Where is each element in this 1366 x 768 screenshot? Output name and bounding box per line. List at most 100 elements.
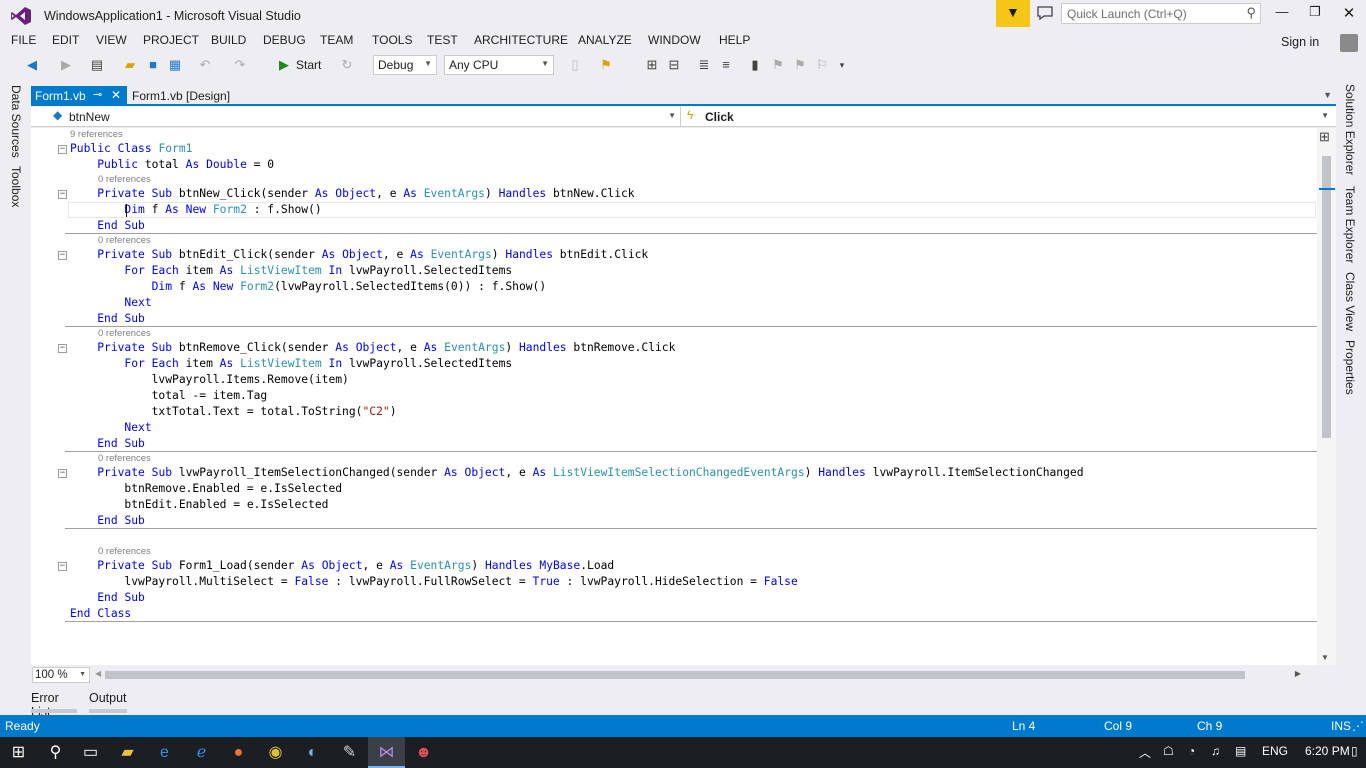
game-app-icon[interactable]: ☻ bbox=[405, 737, 442, 768]
class-view-tab[interactable]: Class View bbox=[1343, 272, 1357, 331]
toolbar-options-icon[interactable]: ▾ bbox=[834, 57, 850, 73]
sign-in-link[interactable]: Sign in bbox=[1281, 35, 1319, 49]
language-indicator[interactable]: ENG bbox=[1262, 744, 1288, 758]
vertical-scrollbar[interactable]: ⊞ ▼ bbox=[1317, 128, 1336, 665]
code-editor[interactable]: 9 references − Public Class Form1 Public… bbox=[31, 128, 1336, 665]
task-view-icon[interactable]: ▭ bbox=[72, 737, 109, 768]
member-dropdown[interactable]: ϟ Click ▼ bbox=[683, 107, 1333, 126]
chrome-icon[interactable]: ◉ bbox=[257, 737, 294, 768]
tab-form1-vb-design[interactable]: Form1.vb [Design] bbox=[132, 89, 230, 103]
edge-browser-icon[interactable]: e bbox=[146, 737, 183, 768]
notifications-button[interactable]: ▼ bbox=[996, 0, 1030, 27]
network-icon[interactable]: ◔ bbox=[1188, 744, 1195, 758]
undo-icon[interactable]: ↶ bbox=[197, 57, 213, 73]
action-center-icon[interactable]: ▤ bbox=[1235, 744, 1246, 758]
tool-app-icon[interactable]: ✎ bbox=[331, 737, 368, 768]
close-button[interactable]: ✕ bbox=[1334, 4, 1364, 24]
find-in-files-icon[interactable]: ⚑ bbox=[598, 57, 614, 73]
scroll-left-icon[interactable]: ◀ bbox=[95, 669, 101, 678]
menu-file[interactable]: FILE bbox=[11, 33, 36, 47]
collapse-icon[interactable]: − bbox=[58, 251, 67, 260]
next-bookmark-icon[interactable]: ⚑ bbox=[792, 57, 808, 73]
user-avatar-icon[interactable] bbox=[1340, 34, 1358, 52]
codelens-references[interactable]: 9 references bbox=[70, 129, 123, 141]
scrollbar-thumb[interactable] bbox=[105, 671, 1245, 679]
scrollbar-thumb[interactable] bbox=[1322, 156, 1331, 438]
collapse-icon[interactable]: − bbox=[58, 344, 67, 353]
solution-explorer-tab[interactable]: Solution Explorer bbox=[1343, 84, 1357, 175]
indent-icon[interactable]: ≡ bbox=[718, 57, 734, 73]
previous-bookmark-icon[interactable]: ⚑ bbox=[770, 57, 786, 73]
codelens-references[interactable]: 0 references bbox=[98, 328, 151, 340]
zoom-dropdown[interactable]: 100 % ▼ bbox=[32, 667, 90, 683]
tab-list-dropdown-icon[interactable]: ▼ bbox=[1323, 90, 1332, 100]
feedback-icon[interactable] bbox=[1036, 5, 1054, 21]
save-all-icon[interactable]: ▦ bbox=[167, 57, 183, 73]
visual-studio-taskbar-icon[interactable]: ⋈ bbox=[368, 737, 405, 768]
tab-output[interactable]: Output bbox=[89, 691, 127, 705]
attach-icon[interactable]: ▯ bbox=[567, 57, 583, 73]
new-project-icon[interactable]: ▤ bbox=[89, 57, 105, 73]
clear-bookmarks-icon[interactable]: ⚐ bbox=[814, 57, 830, 73]
outdent-icon[interactable]: ≣ bbox=[696, 57, 712, 73]
windows-start-icon[interactable]: ⊞ bbox=[0, 737, 37, 768]
menu-debug[interactable]: DEBUG bbox=[263, 33, 306, 47]
internet-explorer-icon[interactable]: ℯ bbox=[183, 737, 220, 768]
resize-grip-icon[interactable]: ⋰ bbox=[1352, 719, 1364, 733]
firefox-icon[interactable]: ● bbox=[220, 737, 257, 768]
menu-project[interactable]: PROJECT bbox=[143, 33, 199, 47]
scroll-down-icon[interactable]: ▼ bbox=[1321, 653, 1329, 662]
menu-view[interactable]: VIEW bbox=[96, 33, 127, 47]
properties-tab[interactable]: Properties bbox=[1343, 340, 1357, 395]
start-button[interactable]: Start bbox=[296, 58, 321, 72]
bookmark-icon[interactable]: ▮ bbox=[747, 57, 763, 73]
menu-help[interactable]: HELP bbox=[719, 33, 750, 47]
navigate-back-icon[interactable]: ◀ bbox=[24, 57, 40, 73]
codelens-references[interactable]: 0 references bbox=[98, 235, 151, 247]
menu-tools[interactable]: TOOLS bbox=[372, 33, 412, 47]
maximize-button[interactable]: ❐ bbox=[1300, 4, 1330, 24]
pin-icon[interactable]: ⊸ bbox=[93, 88, 102, 101]
start-icon[interactable]: ▶ bbox=[276, 57, 292, 73]
platform-dropdown[interactable]: Any CPU ▼ bbox=[444, 55, 554, 75]
scroll-right-icon[interactable]: ▶ bbox=[1295, 669, 1301, 678]
menu-window[interactable]: WINDOW bbox=[648, 33, 701, 47]
split-editor-icon[interactable]: ⊞ bbox=[1319, 129, 1330, 145]
minimize-button[interactable]: — bbox=[1267, 4, 1297, 24]
save-icon[interactable]: ■ bbox=[145, 57, 161, 73]
collapse-icon[interactable]: − bbox=[58, 145, 67, 154]
navigate-icon[interactable]: ⊞ bbox=[644, 57, 660, 73]
close-tab-icon[interactable]: ✕ bbox=[111, 88, 121, 102]
menu-test[interactable]: TEST bbox=[427, 33, 458, 47]
menu-architecture[interactable]: ARCHITECTURE bbox=[474, 33, 568, 47]
tray-overflow-icon[interactable]: ︿ bbox=[1139, 744, 1151, 761]
menu-analyze[interactable]: ANALYZE bbox=[578, 33, 632, 47]
collapse-icon[interactable]: − bbox=[58, 469, 67, 478]
redo-icon[interactable]: ↷ bbox=[232, 57, 248, 73]
quick-launch-input[interactable]: Quick Launch (Ctrl+Q) ⚲ bbox=[1061, 3, 1261, 24]
solution-view-icon[interactable]: ⊟ bbox=[666, 57, 682, 73]
menu-build[interactable]: BUILD bbox=[211, 33, 246, 47]
app-icon[interactable]: ◐ bbox=[294, 737, 331, 768]
horizontal-scrollbar[interactable]: ◀ ▶ bbox=[95, 669, 1301, 680]
open-file-icon[interactable]: ▰ bbox=[122, 57, 138, 73]
menu-team[interactable]: TEAM bbox=[320, 33, 353, 47]
refresh-icon[interactable]: ↻ bbox=[339, 57, 355, 73]
menu-edit[interactable]: EDIT bbox=[52, 33, 79, 47]
codelens-references[interactable]: 0 references bbox=[98, 546, 151, 558]
people-icon[interactable]: ☖ bbox=[1163, 744, 1174, 758]
tab-form1-vb[interactable]: Form1.vb ⊸ ✕ bbox=[31, 86, 127, 106]
navigate-forward-icon[interactable]: ▶ bbox=[58, 57, 74, 73]
collapse-icon[interactable]: − bbox=[58, 562, 67, 571]
team-explorer-tab[interactable]: Team Explorer bbox=[1343, 186, 1357, 263]
volume-icon[interactable]: ♫ bbox=[1211, 744, 1220, 758]
codelens-references[interactable]: 0 references bbox=[98, 453, 151, 465]
codelens-references[interactable]: 0 references bbox=[98, 174, 151, 186]
configuration-dropdown[interactable]: Debug ▼ bbox=[373, 55, 437, 75]
search-icon[interactable]: ⚲ bbox=[37, 737, 74, 768]
clock[interactable]: 6:20 PM bbox=[1305, 744, 1350, 758]
toolbox-tab[interactable]: Toolbox bbox=[9, 166, 23, 207]
collapse-icon[interactable]: − bbox=[58, 190, 67, 199]
notifications-icon[interactable]: ▯ bbox=[1351, 744, 1358, 758]
data-sources-tab[interactable]: Data Sources bbox=[9, 85, 23, 158]
